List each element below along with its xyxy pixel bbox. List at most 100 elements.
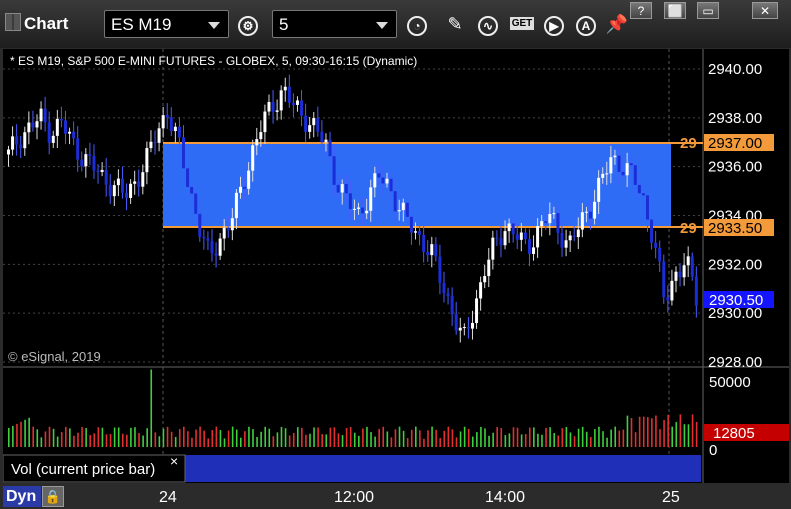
volume-bar — [439, 438, 442, 447]
candle-body — [177, 126, 181, 138]
restore-button[interactable]: ⬜ — [664, 2, 686, 19]
settings-gear-icon[interactable]: ⚙ — [234, 10, 262, 38]
volume-bar — [345, 428, 348, 447]
volume-bar — [524, 434, 527, 447]
candle-body — [491, 237, 495, 260]
candle-body — [271, 101, 275, 112]
volume-bar — [313, 427, 315, 447]
volume-bar — [219, 430, 222, 447]
volume-bar — [358, 435, 360, 447]
candle-body — [686, 256, 690, 266]
candle-body — [247, 170, 251, 189]
volume-bar — [126, 434, 128, 447]
volume-tick-zero: 0 — [709, 442, 717, 459]
candle-body — [593, 201, 597, 219]
candle-body — [324, 139, 328, 143]
candle-body — [141, 172, 145, 187]
candle-body — [47, 122, 51, 143]
minimize-button[interactable]: ▭ — [697, 2, 719, 19]
candle-body — [438, 256, 442, 283]
volume-bar — [44, 431, 47, 447]
volume-bar — [638, 416, 641, 447]
volume-bar — [634, 432, 637, 447]
candle-body — [234, 192, 238, 219]
volume-bar — [667, 414, 669, 447]
candle-body — [434, 244, 438, 257]
volume-bar — [12, 425, 14, 447]
candle-body — [682, 265, 686, 278]
candle-body — [613, 155, 617, 158]
candle-body — [186, 168, 190, 187]
volume-bar — [496, 427, 498, 447]
help-button[interactable]: ? — [630, 2, 652, 19]
candle-body — [450, 296, 454, 315]
pencil-draw-icon[interactable]: ✎ — [441, 10, 469, 38]
volume-bar — [309, 433, 311, 447]
volume-bar — [256, 436, 258, 447]
candle-body — [597, 177, 601, 202]
candle-body — [316, 118, 320, 132]
chevron-down-icon[interactable] — [208, 22, 220, 29]
play-icon[interactable]: ▶ — [540, 10, 568, 38]
candle-body — [210, 240, 214, 254]
volume-bar — [370, 432, 372, 447]
interval-select[interactable]: 5 — [272, 10, 397, 38]
volume-bar — [651, 418, 653, 447]
volume-bar — [516, 427, 519, 447]
candle-body — [320, 131, 324, 143]
candle-body — [540, 221, 544, 227]
candle-body — [125, 192, 129, 198]
candle-body — [381, 177, 385, 184]
clock-icon[interactable]: ◔ — [403, 10, 431, 38]
candle-body — [340, 184, 344, 193]
volume-bar — [691, 414, 694, 447]
volume-bar — [235, 429, 238, 447]
indicator-chart-icon[interactable]: ∿ — [474, 10, 502, 38]
candle-body — [275, 110, 279, 112]
close-button[interactable]: ✕ — [752, 2, 778, 19]
volume-bar — [239, 437, 242, 447]
chart-area[interactable]: * ES M19, S&P 500 E-MINI FUTURES - GLOBE… — [2, 49, 789, 483]
volume-bar — [32, 426, 35, 447]
volume-bar — [64, 426, 67, 447]
volume-bar — [337, 433, 340, 447]
lock-icon[interactable]: 🔒 — [42, 486, 64, 507]
volume-bar — [329, 427, 332, 447]
volume-bar — [671, 426, 674, 447]
volume-bar — [162, 428, 165, 447]
time-label-24: 24 — [159, 489, 177, 506]
volume-bar — [349, 427, 352, 447]
a-alert-icon[interactable]: A — [572, 10, 600, 38]
volume-bar — [463, 426, 466, 447]
chart-icon — [5, 13, 21, 31]
volume-bar — [187, 431, 189, 447]
volume-bar — [260, 431, 262, 447]
candle-body — [31, 122, 35, 128]
candle-body — [584, 211, 588, 213]
pin-icon[interactable]: 📌 — [603, 10, 631, 38]
get-data-icon[interactable]: GET — [508, 10, 536, 38]
volume-bar — [223, 438, 226, 447]
volume-bar — [585, 431, 588, 447]
volume-bar — [378, 428, 380, 447]
candle-body — [548, 213, 552, 224]
candle-body — [19, 144, 23, 149]
candle-body — [295, 100, 299, 105]
chart-window: Chart ES M19 ⚙ 5 ◔ ✎ ∿ GET ▶ A 📌 ? ⬜ ▭ ✕ — [0, 0, 791, 509]
close-study-icon[interactable]: × — [170, 453, 178, 469]
candle-body — [405, 202, 409, 217]
dynamic-mode-button[interactable]: Dyn — [3, 486, 41, 507]
candle-body — [76, 138, 80, 160]
candle-body — [300, 100, 304, 116]
volume-bar — [244, 431, 246, 447]
volume-bar — [252, 429, 254, 447]
volume-bar — [199, 426, 201, 447]
symbol-select[interactable]: ES M19 — [104, 10, 229, 38]
candle-body — [357, 207, 361, 209]
candle-body — [479, 282, 483, 299]
chart-svg[interactable]: * ES M19, S&P 500 E-MINI FUTURES - GLOBE… — [2, 49, 789, 483]
volume-bar — [394, 429, 397, 447]
volume-bar — [60, 432, 63, 447]
volume-bar — [642, 416, 645, 447]
chevron-down-icon[interactable] — [376, 22, 388, 29]
